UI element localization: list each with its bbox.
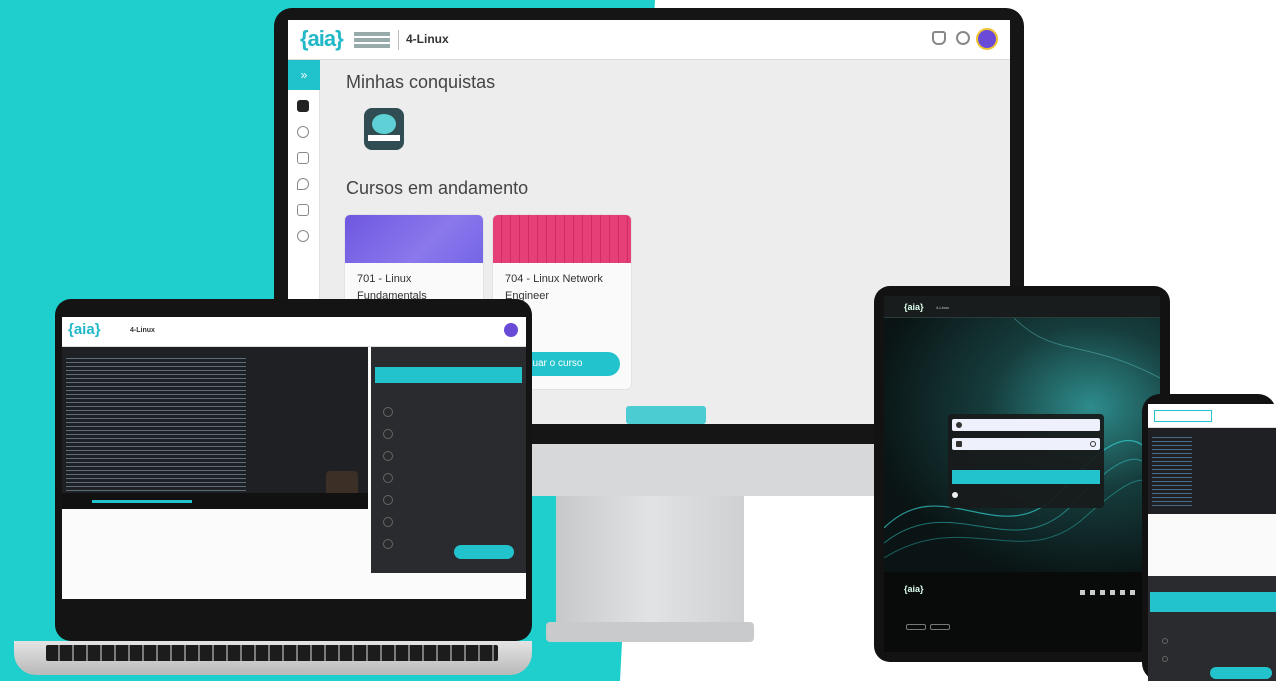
play-icon	[383, 473, 393, 483]
laptop-screen: {aia} 4-Linux	[62, 317, 526, 599]
tablet-footer: {aia}	[884, 572, 1160, 652]
brand-4linux[interactable]: 4-Linux	[406, 32, 449, 46]
phone-screen	[1148, 404, 1276, 681]
chat-icon[interactable]	[297, 178, 309, 190]
gear-icon[interactable]	[956, 31, 970, 45]
course-card-image	[345, 215, 483, 263]
login-button[interactable]	[952, 470, 1100, 484]
phone-navbar	[1148, 404, 1276, 428]
tablet-navbar: {aia} 4-Linux	[884, 296, 1160, 318]
course-card-image	[493, 215, 631, 263]
phone-top-button[interactable]	[1154, 410, 1212, 422]
terminal-output	[1152, 434, 1192, 508]
badge-ribbon	[368, 135, 400, 141]
play-icon	[383, 407, 393, 417]
lesson-item[interactable]	[383, 473, 503, 483]
login-form	[948, 414, 1104, 508]
certificate-icon[interactable]	[297, 152, 309, 164]
home-icon[interactable]	[297, 100, 309, 112]
logo-subtitle	[354, 32, 390, 36]
lesson-panel-tabs[interactable]	[375, 367, 522, 383]
user-icon	[956, 422, 962, 428]
username-field[interactable]	[952, 419, 1100, 431]
footer-logo[interactable]: {aia}	[904, 584, 924, 594]
user-avatar[interactable]	[504, 323, 518, 337]
lesson-item[interactable]	[383, 451, 503, 461]
app-store-badge[interactable]	[906, 624, 926, 630]
gov-login-icon[interactable]	[952, 492, 958, 498]
play-icon[interactable]	[1162, 638, 1168, 644]
marketing-mockup: {aia} 4-Linux » Minhas conquistas Cursos…	[0, 0, 1276, 681]
imac-foot	[546, 622, 754, 642]
social-icons[interactable]	[1080, 590, 1136, 595]
brand-4linux[interactable]: 4-Linux	[130, 327, 155, 334]
video-progress-bar[interactable]	[92, 500, 192, 503]
next-lesson-button[interactable]	[1210, 667, 1272, 679]
next-lesson-button[interactable]	[454, 545, 514, 559]
play-icon	[383, 517, 393, 527]
play-icon	[383, 451, 393, 461]
sidebar-toggle-button[interactable]: »	[288, 60, 320, 90]
brand-4linux[interactable]: 4-Linux	[936, 305, 949, 310]
logo-separator	[398, 30, 399, 50]
clock-icon[interactable]	[297, 230, 309, 242]
lesson-item[interactable]	[383, 517, 503, 527]
terminal-video[interactable]	[62, 347, 368, 503]
lesson-item[interactable]	[383, 407, 503, 417]
courses-heading: Cursos em andamento	[346, 178, 529, 198]
laptop-keyboard	[46, 645, 498, 661]
settings-icon[interactable]	[297, 126, 309, 138]
bell-icon[interactable]	[932, 31, 946, 45]
lesson-item[interactable]	[383, 429, 503, 439]
top-navbar: {aia} 4-Linux	[288, 20, 1010, 60]
tablet-screen: {aia} 4-Linux {aia}	[884, 296, 1160, 652]
achievements-heading: Minhas conquistas	[346, 72, 496, 92]
imac-stand	[556, 496, 744, 628]
play-icon	[383, 429, 393, 439]
user-avatar[interactable]	[976, 28, 998, 50]
aia-logo[interactable]: {aia}	[300, 26, 344, 52]
aia-logo[interactable]: {aia}	[68, 321, 101, 338]
terminal-output	[66, 355, 246, 495]
achievement-badge[interactable]	[364, 108, 404, 150]
google-play-badge[interactable]	[930, 624, 950, 630]
course-card-title: 704 - Linux Network Engineer	[505, 273, 603, 302]
play-icon[interactable]	[1162, 656, 1168, 662]
play-icon	[383, 495, 393, 505]
phone-lesson-panel	[1148, 576, 1276, 681]
show-password-icon[interactable]	[1090, 441, 1096, 447]
help-button[interactable]	[626, 406, 706, 424]
lesson-panel	[371, 347, 526, 573]
laptop-notch	[232, 669, 304, 673]
lock-icon	[956, 441, 962, 447]
calendar-icon[interactable]	[297, 204, 309, 216]
lesson-panel-tabs[interactable]	[1150, 592, 1276, 612]
play-icon	[383, 539, 393, 549]
password-field[interactable]	[952, 438, 1100, 450]
aia-logo[interactable]: {aia}	[904, 302, 924, 312]
lesson-item[interactable]	[383, 495, 503, 505]
laptop-navbar: {aia} 4-Linux	[62, 317, 526, 347]
phone-terminal-video[interactable]	[1148, 428, 1276, 514]
badge-emblem-icon	[372, 114, 396, 134]
